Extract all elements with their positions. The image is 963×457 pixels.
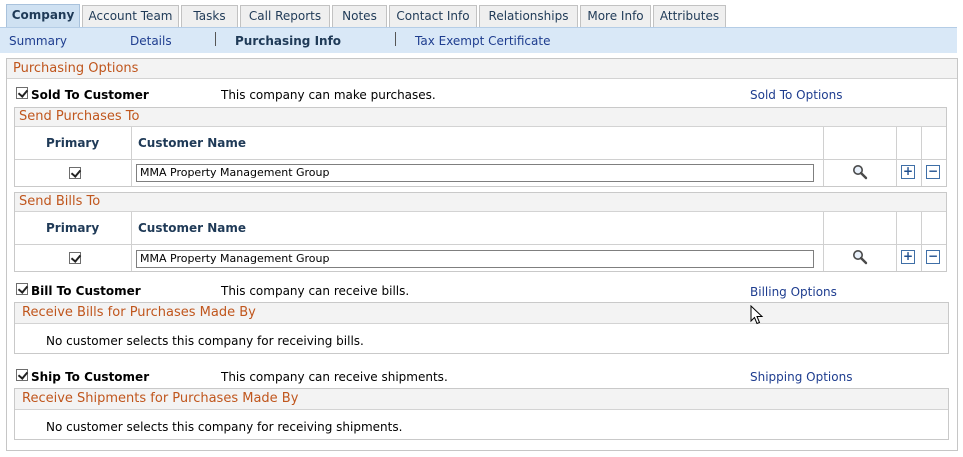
bill-to-customer-label: Bill To Customer	[31, 284, 141, 298]
tab-bar: Company Account Team Tasks Call Reports …	[0, 0, 963, 27]
column-primary: Primary	[46, 221, 100, 235]
send-purchases-to-title: Send Purchases To	[15, 108, 946, 127]
tab-tasks[interactable]: Tasks	[181, 5, 238, 27]
delete-row-button[interactable]: −	[926, 165, 940, 179]
sold-to-description: This company can make purchases.	[221, 88, 436, 102]
billing-options-link[interactable]: Billing Options	[750, 285, 837, 299]
receive-shipments-box: Receive Shipments for Purchases Made By …	[14, 388, 949, 440]
subnav-tax-exempt-certificate[interactable]: Tax Exempt Certificate	[415, 34, 550, 48]
receive-shipments-title: Receive Shipments for Purchases Made By	[15, 389, 948, 410]
subnav-summary[interactable]: Summary	[9, 34, 67, 48]
bill-to-customer-checkbox[interactable]	[16, 283, 28, 295]
delete-row-button[interactable]: −	[926, 250, 940, 264]
subnav-details[interactable]: Details	[130, 34, 172, 48]
tab-more-info[interactable]: More Info	[580, 5, 651, 27]
ship-to-customer-label: Ship To Customer	[31, 370, 150, 384]
grid-header: Primary Customer Name	[15, 212, 946, 245]
primary-checkbox[interactable]	[69, 252, 81, 264]
tab-attributes[interactable]: Attributes	[653, 5, 726, 27]
tab-account-team[interactable]: Account Team	[82, 5, 179, 27]
column-divider	[921, 212, 922, 271]
subnav-separator	[215, 32, 216, 46]
tab-call-reports[interactable]: Call Reports	[240, 5, 330, 27]
ship-to-customer-checkbox[interactable]	[16, 369, 28, 381]
shipping-options-link[interactable]: Shipping Options	[750, 370, 852, 384]
magnifier-icon[interactable]	[852, 164, 868, 180]
column-divider	[921, 127, 922, 186]
purchasing-options-title: Purchasing Options	[7, 59, 957, 79]
sold-to-options-link[interactable]: Sold To Options	[750, 88, 842, 102]
receive-bills-box: Receive Bills for Purchases Made By No c…	[14, 302, 949, 354]
column-divider	[823, 212, 824, 271]
sub-navigation: Summary Details Purchasing Info Tax Exem…	[0, 27, 957, 53]
subnav-separator	[395, 32, 396, 46]
customer-name-input[interactable]: MMA Property Management Group	[136, 250, 814, 268]
tab-relationships[interactable]: Relationships	[479, 5, 578, 27]
magnifier-icon[interactable]	[852, 249, 868, 265]
primary-checkbox[interactable]	[69, 167, 81, 179]
sold-to-customer-label: Sold To Customer	[31, 88, 149, 102]
send-bills-to-title: Send Bills To	[15, 193, 946, 212]
tab-contact-info[interactable]: Contact Info	[389, 5, 477, 27]
add-row-button[interactable]: +	[901, 250, 915, 264]
bill-to-description: This company can receive bills.	[221, 284, 410, 298]
column-divider	[896, 212, 897, 271]
column-divider	[131, 212, 132, 271]
receive-shipments-message: No customer selects this company for rec…	[46, 420, 403, 434]
column-divider	[896, 127, 897, 186]
column-divider	[131, 127, 132, 186]
receive-bills-title: Receive Bills for Purchases Made By	[15, 303, 948, 324]
ship-to-description: This company can receive shipments.	[221, 370, 448, 384]
column-customer-name: Customer Name	[138, 221, 246, 235]
column-divider	[823, 127, 824, 186]
mouse-pointer-icon	[750, 305, 764, 325]
customer-name-input[interactable]: MMA Property Management Group	[136, 164, 814, 182]
tab-company[interactable]: Company	[6, 4, 80, 27]
add-row-button[interactable]: +	[901, 165, 915, 179]
sold-to-customer-checkbox[interactable]	[16, 87, 28, 99]
tab-notes[interactable]: Notes	[332, 5, 387, 27]
grid-header: Primary Customer Name	[15, 127, 946, 160]
subnav-purchasing-info: Purchasing Info	[235, 34, 342, 48]
column-customer-name: Customer Name	[138, 136, 246, 150]
receive-bills-message: No customer selects this company for rec…	[46, 334, 364, 348]
column-primary: Primary	[46, 136, 100, 150]
